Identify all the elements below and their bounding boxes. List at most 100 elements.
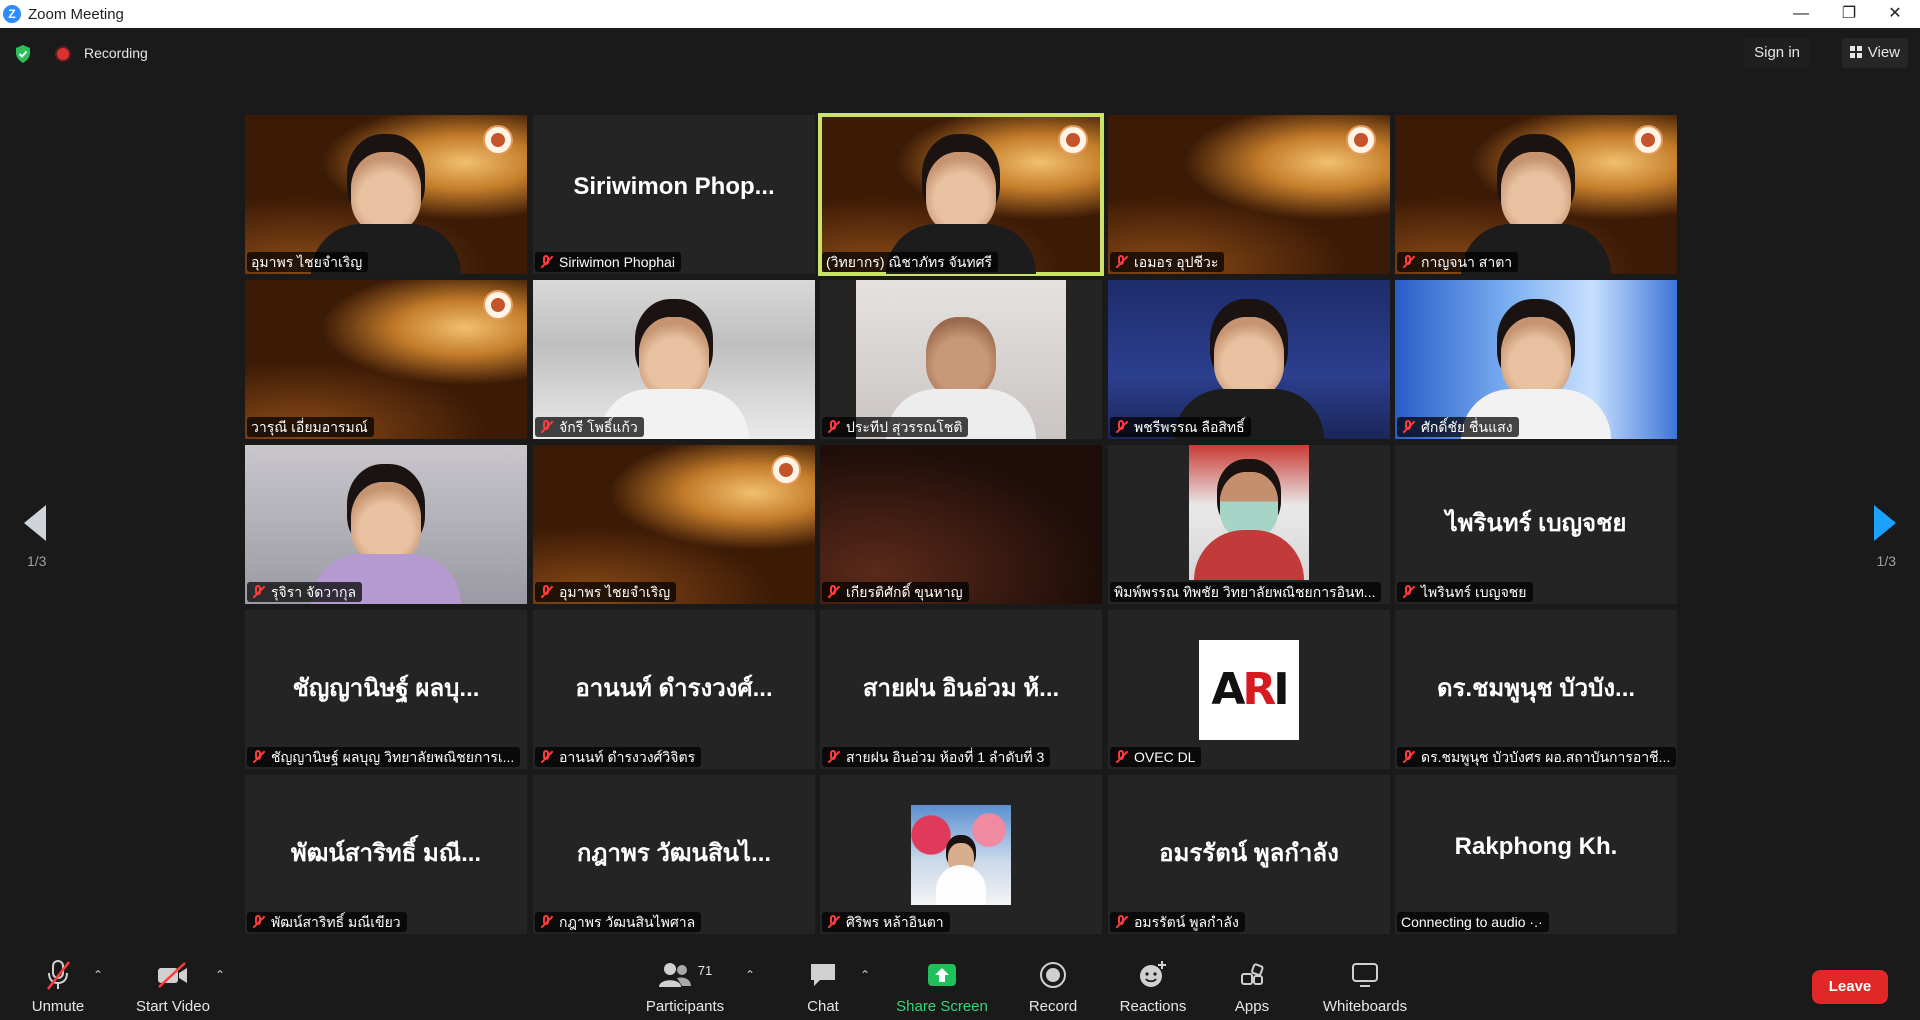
participant-tile[interactable]: ศักดิ์ชัย ชื่นแสง bbox=[1395, 280, 1677, 439]
participant-tile[interactable]: พัฒน์สาริทธิ์ มณี... พัฒน์สาริทธิ์ มณีเขี… bbox=[245, 775, 527, 934]
participant-tile[interactable]: ARI OVEC DL bbox=[1108, 610, 1390, 769]
participant-tile[interactable]: เอมอร อุปชีวะ bbox=[1108, 115, 1390, 274]
window-titlebar: Z Zoom Meeting — ❐ ✕ bbox=[0, 0, 1920, 28]
window-title: Zoom Meeting bbox=[28, 6, 124, 23]
chat-options-caret[interactable]: ⌃ bbox=[860, 968, 870, 982]
participant-tile[interactable]: จักรี โพธิ์แก้ว bbox=[533, 280, 815, 439]
participant-tile[interactable]: อุมาพร ไชยจำเริญ bbox=[533, 445, 815, 604]
college-seal-icon bbox=[483, 290, 513, 320]
participant-tile[interactable]: ศิริพร หล้าอินตา bbox=[820, 775, 1102, 934]
recording-icon bbox=[57, 48, 69, 60]
shield-icon[interactable] bbox=[14, 44, 32, 64]
participant-name-label: อมรรัตน์ พูลกำลัง bbox=[1110, 912, 1245, 932]
chat-label: Chat bbox=[807, 998, 839, 1015]
college-seal-icon bbox=[483, 125, 513, 155]
view-label: View bbox=[1867, 44, 1900, 61]
mic-muted-icon bbox=[1401, 585, 1415, 599]
close-button[interactable]: ✕ bbox=[1872, 0, 1918, 28]
mic-muted-icon bbox=[1401, 750, 1415, 764]
participant-name: จักรี โพธิ์แก้ว bbox=[559, 419, 638, 435]
start-video-button[interactable]: Start Video bbox=[133, 958, 213, 1015]
reactions-button[interactable]: Reactions bbox=[1118, 958, 1188, 1015]
participant-name: รุจิรา จัดวากุล bbox=[271, 584, 357, 600]
participant-name: พชรีพรรณ ลือสิทธิ์ bbox=[1134, 419, 1245, 435]
mic-muted-icon bbox=[47, 960, 70, 990]
participant-tile[interactable]: สายฝน อินอ่วม ห้... สายฝน อินอ่วม ห้องที่… bbox=[820, 610, 1102, 769]
mic-muted-icon bbox=[826, 750, 840, 764]
mic-muted-icon bbox=[1114, 915, 1128, 929]
college-seal-icon bbox=[1633, 125, 1663, 155]
share-screen-button[interactable]: Share Screen bbox=[895, 958, 989, 1015]
participants-button[interactable]: 71 Participants bbox=[640, 958, 730, 1016]
participant-tile[interactable]: ไพรินทร์ เบญจชย ไพรินทร์ เบญจชย bbox=[1395, 445, 1677, 604]
participant-tile[interactable]: พิมพ์พรรณ ทิพชัย วิทยาลัยพณิชยการอินท... bbox=[1108, 445, 1390, 604]
participants-label: Participants bbox=[645, 998, 725, 1015]
participant-name: เอมอร อุปชีวะ bbox=[1134, 254, 1219, 270]
previous-page-button[interactable] bbox=[24, 505, 46, 541]
participant-tile[interactable]: (วิทยากร) ณิชาภัทร จันทศรี bbox=[818, 113, 1104, 276]
video-options-caret[interactable]: ⌃ bbox=[215, 968, 225, 982]
record-button[interactable]: Record bbox=[1026, 958, 1080, 1015]
participant-name: OVEC DL bbox=[1134, 749, 1196, 765]
minimize-button[interactable]: — bbox=[1778, 0, 1824, 28]
participant-name-label: พชรีพรรณ ลือสิทธิ์ bbox=[1110, 417, 1251, 437]
participant-tile[interactable]: กฎาพร วัฒนสินไ... กฎาพร วัฒนสินไพศาล bbox=[533, 775, 815, 934]
participant-tile[interactable]: อมรรัตน์ พูลกำลัง อมรรัตน์ พูลกำลัง bbox=[1108, 775, 1390, 934]
participant-tile[interactable]: Siriwimon Phop... Siriwimon Phophai bbox=[533, 115, 815, 274]
whiteboards-label: Whiteboards bbox=[1322, 998, 1408, 1015]
participant-tile[interactable]: ชัญญานิษฐ์ ผลบุ... ชัญญานิษฐ์ ผลบุญ วิทยา… bbox=[245, 610, 527, 769]
sign-in-button[interactable]: Sign in bbox=[1744, 38, 1810, 68]
participant-name: ดร.ชมพูนุช บัวบังศร ผอ.สถาบันการอาชี... bbox=[1421, 749, 1671, 765]
participant-tile[interactable]: วารุณี เอี่ยมอารมณ์ bbox=[245, 280, 527, 439]
participant-name-label: จักรี โพธิ์แก้ว bbox=[535, 417, 644, 437]
participant-tile[interactable]: ดร.ชมพูนุช บัวบัง... ดร.ชมพูนุช บัวบังศร … bbox=[1395, 610, 1677, 769]
mic-muted-icon bbox=[1114, 420, 1128, 434]
participant-tile[interactable]: รุจิรา จัดวากุล bbox=[245, 445, 527, 604]
participant-name-label: เอมอร อุปชีวะ bbox=[1110, 252, 1225, 272]
audio-options-caret[interactable]: ⌃ bbox=[93, 968, 103, 982]
participant-name-label: กาญจนา สาตา bbox=[1397, 252, 1519, 272]
participant-name-label: พัฒน์สาริทธิ์ มณีเขียว bbox=[247, 912, 407, 932]
view-button[interactable]: View bbox=[1841, 38, 1908, 68]
participant-name-label: Connecting to audio ·.· bbox=[1397, 912, 1549, 932]
participant-name-label: รุจิรา จัดวากุล bbox=[247, 582, 363, 602]
whiteboard-icon bbox=[1352, 963, 1378, 987]
reactions-icon bbox=[1140, 961, 1166, 987]
participant-tile[interactable]: กาญจนา สาตา bbox=[1395, 115, 1677, 274]
participant-name-label: อุมาพร ไชยจำเริญ bbox=[535, 582, 677, 602]
participant-name: Siriwimon Phophai bbox=[559, 254, 675, 270]
participant-name: (วิทยากร) ณิชาภัทร จันทศรี bbox=[826, 254, 992, 270]
share-screen-icon bbox=[928, 964, 956, 986]
restore-button[interactable]: ❐ bbox=[1826, 0, 1872, 28]
next-page-button[interactable] bbox=[1874, 505, 1896, 541]
participant-name: ศักดิ์ชัย ชื่นแสง bbox=[1421, 419, 1513, 435]
participant-tile[interactable]: พชรีพรรณ ลือสิทธิ์ bbox=[1108, 280, 1390, 439]
participant-name-label: วารุณี เอี่ยมอารมณ์ bbox=[247, 417, 374, 437]
unmute-button[interactable]: Unmute bbox=[28, 958, 88, 1015]
participant-name: Connecting to audio ·.· bbox=[1401, 914, 1543, 930]
participant-tile[interactable]: อุมาพร ไชยจำเริญ bbox=[245, 115, 527, 274]
profile-photo bbox=[911, 805, 1011, 905]
participant-name-label: ศิริพร หล้าอินตา bbox=[822, 912, 950, 932]
participant-name-label: Siriwimon Phophai bbox=[535, 252, 681, 272]
mic-muted-icon bbox=[1114, 255, 1128, 269]
participants-options-caret[interactable]: ⌃ bbox=[745, 968, 755, 982]
reactions-label: Reactions bbox=[1119, 998, 1187, 1015]
video-off-icon bbox=[158, 962, 187, 988]
participant-tile[interactable]: ประทีป สุวรรณโชติ bbox=[820, 280, 1102, 439]
college-seal-icon bbox=[771, 455, 801, 485]
leave-button[interactable]: Leave bbox=[1812, 970, 1888, 1004]
participant-name: อุมาพร ไชยจำเริญ bbox=[251, 254, 363, 270]
participant-name-label: สายฝน อินอ่วม ห้องที่ 1 ลำดับที่ 3 bbox=[822, 747, 1051, 767]
participant-tile[interactable]: อานนท์ ดำรงวงศ์... อานนท์ ดำรงวงศ์วิจิตร bbox=[533, 610, 815, 769]
participant-tile[interactable]: เกียรติศักดิ์ ขุนหาญ bbox=[820, 445, 1102, 604]
participant-tile[interactable]: Rakphong Kh. Connecting to audio ·.· bbox=[1395, 775, 1677, 934]
whiteboards-button[interactable]: Whiteboards bbox=[1318, 958, 1412, 1015]
apps-button[interactable]: Apps bbox=[1232, 958, 1272, 1015]
participant-name: ศิริพร หล้าอินตา bbox=[846, 914, 944, 930]
chat-button[interactable]: Chat bbox=[798, 958, 848, 1015]
participant-display-name: พัฒน์สาริทธิ์ มณี... bbox=[290, 840, 482, 867]
participant-name-label: ชัญญานิษฐ์ ผลบุญ วิทยาลัยพณิชยการเ... bbox=[247, 747, 521, 767]
participant-display-name: กฎาพร วัฒนสินไ... bbox=[576, 840, 772, 867]
mic-muted-icon bbox=[251, 585, 265, 599]
